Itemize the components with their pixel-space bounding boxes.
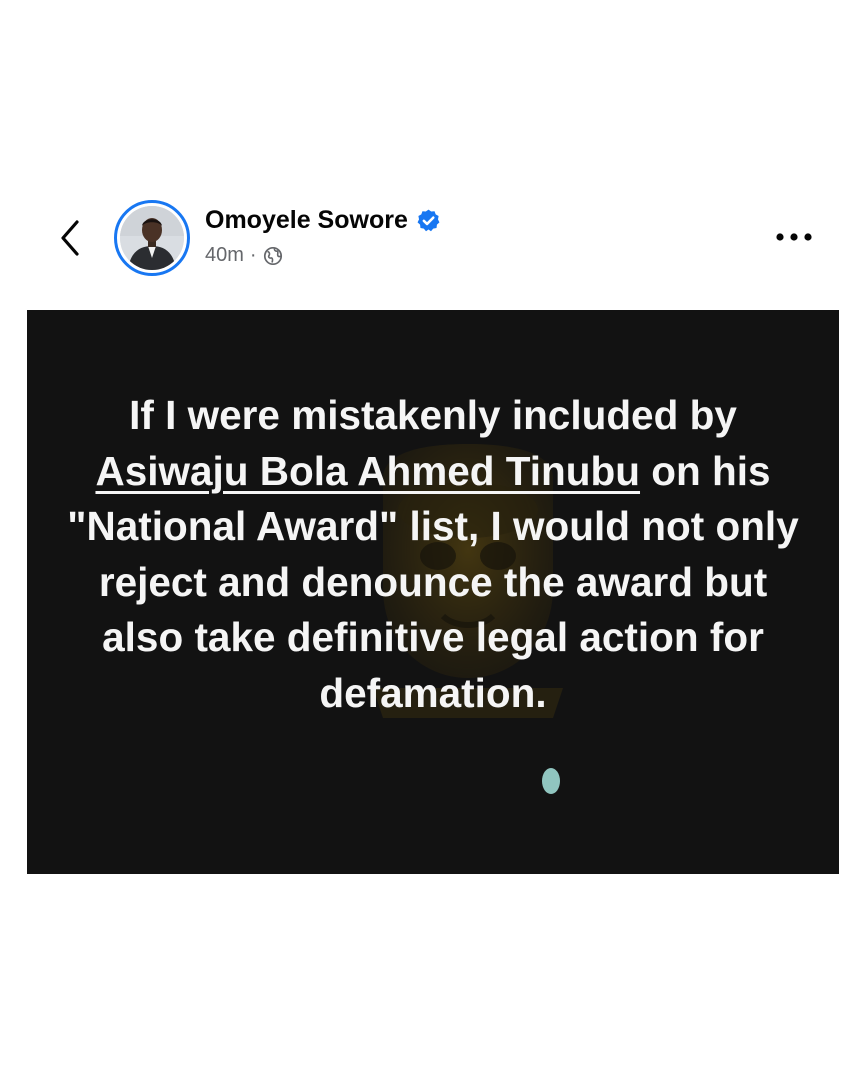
- mention-link[interactable]: Asiwaju Bola Ahmed Tinubu: [95, 448, 640, 494]
- post-image[interactable]: If I were mistakenly included by Asiwaju…: [27, 310, 839, 874]
- globe-icon[interactable]: [263, 246, 283, 266]
- more-horizontal-icon: [776, 233, 812, 241]
- post-meta: 40m ·: [205, 244, 283, 267]
- author-name-link[interactable]: Omoyele Sowore: [205, 206, 408, 235]
- avatar[interactable]: [114, 200, 190, 276]
- more-options-button[interactable]: [770, 222, 818, 252]
- avatar-photo: [120, 206, 184, 270]
- post-text: If I were mistakenly included by Asiwaju…: [67, 388, 799, 721]
- post-time[interactable]: 40m: [205, 244, 244, 267]
- back-button[interactable]: [52, 216, 88, 260]
- post-header: Omoyele Sowore 40m ·: [0, 196, 866, 280]
- post-text-start: If I were mistakenly included by: [129, 392, 737, 438]
- post-screenshot: Omoyele Sowore 40m · If I were mistakenl…: [0, 0, 866, 1080]
- author-name: Omoyele Sowore: [205, 206, 441, 235]
- meta-separator: ·: [249, 244, 257, 266]
- chevron-left-icon: [61, 220, 79, 256]
- touch-indicator: [542, 768, 560, 794]
- verified-badge-icon: [417, 209, 440, 232]
